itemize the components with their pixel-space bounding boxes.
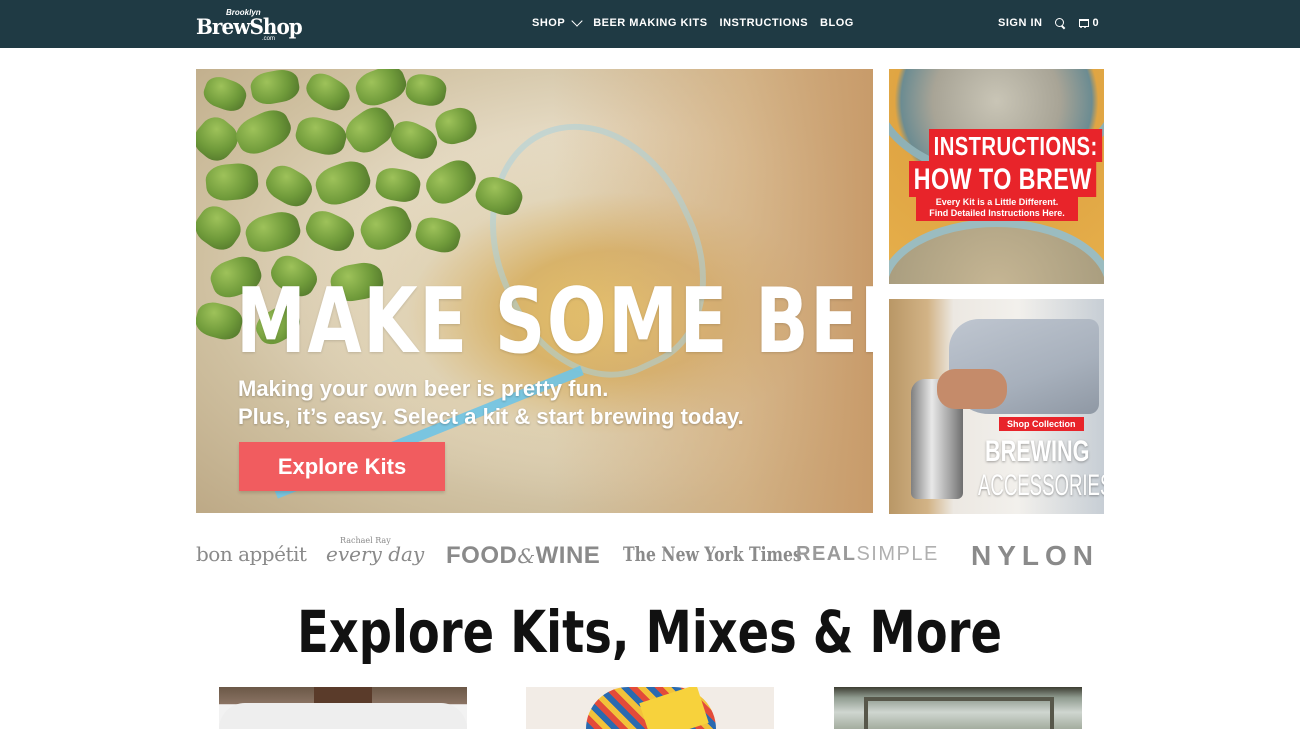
promo-instructions-caption: Every Kit is a Little Different. Find De…	[916, 195, 1078, 221]
promo-instructions-heading: INSTRUCTIONS:	[929, 129, 1103, 162]
product-tile-2[interactable]	[526, 687, 774, 729]
hero-subtitle-line-1: Making your own beer is pretty fun.	[238, 376, 609, 401]
hero-title: MAKE SOME BEER	[236, 269, 873, 374]
promo-brewing-heading: BREWING	[985, 435, 1090, 468]
hero-subtitle-line-2: Plus, it’s easy. Select a kit & start br…	[238, 404, 744, 429]
every-day-logo-text: every day	[326, 542, 425, 566]
section-title-text: Explore Kits, Mixes & More	[297, 598, 1003, 666]
promo-how-to-brew-heading: HOW TO BREW	[909, 161, 1097, 197]
explore-kits-button[interactable]: Explore Kits	[239, 442, 445, 491]
promo-instructions[interactable]: INSTRUCTIONS: HOW TO BREW Every Kit is a…	[889, 69, 1104, 284]
header-actions: SIGN IN 0	[998, 17, 1099, 29]
every-day-logo-small: Rachael Ray	[340, 536, 391, 545]
promo-hand-image	[937, 369, 1007, 409]
cart-icon	[1078, 18, 1090, 28]
shop-collection-badge: Shop Collection	[999, 417, 1084, 431]
nav-blog[interactable]: BLOG	[820, 17, 854, 29]
product-tile-1-shirt	[219, 703, 467, 729]
top-header: Brooklyn BrewShop .com SHOP BEER MAKING …	[0, 0, 1300, 48]
promo-instructions-caption-line-2: Find Detailed Instructions Here.	[929, 208, 1065, 218]
nyt-logo: The New York Times	[623, 542, 802, 566]
product-tile-1[interactable]	[219, 687, 467, 729]
logo-sub-text: .com	[262, 36, 276, 42]
product-tile-3[interactable]	[834, 687, 1082, 729]
hero-subtitle: Making your own beer is pretty fun. Plus…	[238, 375, 744, 431]
sign-in-link[interactable]: SIGN IN	[998, 17, 1042, 29]
section-title: Explore Kits, Mixes & More	[0, 598, 1300, 666]
nav-shop-label: SHOP	[532, 17, 566, 29]
main-nav: SHOP BEER MAKING KITS INSTRUCTIONS BLOG	[532, 14, 866, 29]
food-wine-logo-amp: &	[517, 544, 536, 568]
real-simple-logo-real: REAL	[796, 543, 857, 565]
hero-banner[interactable]: MAKE SOME BEER Making your own beer is p…	[196, 69, 873, 513]
nav-beer-making-kits-label: BEER MAKING KITS	[593, 17, 708, 29]
nav-beer-making-kits[interactable]: BEER MAKING KITS	[593, 17, 707, 29]
nav-instructions-label: INSTRUCTIONS	[719, 17, 809, 29]
nylon-logo: NYLON	[971, 540, 1099, 571]
bon-appetit-logo: bon appétit	[196, 542, 307, 566]
promo-pot-image	[889, 219, 1104, 284]
real-simple-logo-simple: SIMPLE	[856, 543, 939, 565]
nav-shop[interactable]: SHOP	[532, 14, 583, 29]
cart-button[interactable]: 0	[1078, 17, 1099, 29]
press-logos: bon appétit Rachael Ray every day FOOD&W…	[196, 536, 1104, 571]
every-day-logo: Rachael Ray every day	[326, 536, 425, 566]
chevron-down-icon	[571, 14, 583, 27]
brewshop-logo[interactable]: Brooklyn BrewShop .com	[196, 6, 303, 42]
real-simple-logo: REALSIMPLE	[796, 543, 939, 566]
product-tile-3-frame	[864, 697, 1054, 729]
food-wine-logo: FOOD&WINE	[446, 542, 600, 570]
search-icon[interactable]	[1054, 17, 1066, 29]
food-wine-logo-a: FOOD	[446, 542, 518, 569]
food-wine-logo-b: WINE	[535, 542, 601, 569]
promo-instructions-caption-line-1: Every Kit is a Little Different.	[935, 197, 1059, 207]
logo-main-text: BrewShop	[196, 14, 303, 39]
nav-instructions[interactable]: INSTRUCTIONS	[720, 17, 809, 29]
cart-count: 0	[1092, 17, 1099, 29]
promo-brewing-accessories[interactable]: Shop Collection BREWING ACCESSORIES	[889, 299, 1104, 514]
nav-blog-label: BLOG	[820, 17, 854, 29]
promo-accessories-heading: ACCESSORIES	[978, 469, 1104, 502]
